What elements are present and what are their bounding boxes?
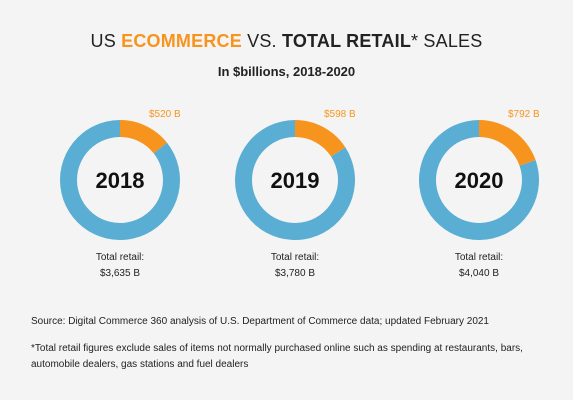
total-retail-label-2018: Total retail: — [96, 252, 144, 263]
total-retail-value-2020: $4,040 B — [459, 268, 499, 279]
donut-slice-ecommerce-2020 — [479, 120, 536, 166]
year-label-2018: 2018 — [96, 168, 145, 193]
source-note: Source: Digital Commerce 360 analysis of… — [31, 316, 489, 327]
year-label-2019: 2019 — [271, 168, 320, 193]
total-retail-value-2018: $3,635 B — [100, 268, 140, 279]
infographic: US ECOMMERCE VS. TOTAL RETAIL* SALES In … — [0, 0, 573, 400]
footnote: *Total retail figures exclude sales of i… — [31, 343, 523, 370]
ecommerce-value-label-2020: $792 B — [508, 109, 540, 120]
ecommerce-value-label-2019: $598 B — [324, 109, 356, 120]
year-label-2020: 2020 — [455, 168, 504, 193]
donut-slice-ecommerce-2019 — [295, 120, 346, 157]
donut-charts: 2018 $520 B Total retail: $3,635 B 2019 $598 … — [59, 109, 540, 279]
total-retail-value-2019: $3,780 B — [275, 268, 315, 279]
ecommerce-value-label-2018: $520 B — [149, 109, 181, 120]
total-retail-label-2020: Total retail: — [455, 252, 503, 263]
total-retail-label-2019: Total retail: — [271, 252, 319, 263]
donut-slice-ecommerce-2018 — [120, 120, 167, 154]
